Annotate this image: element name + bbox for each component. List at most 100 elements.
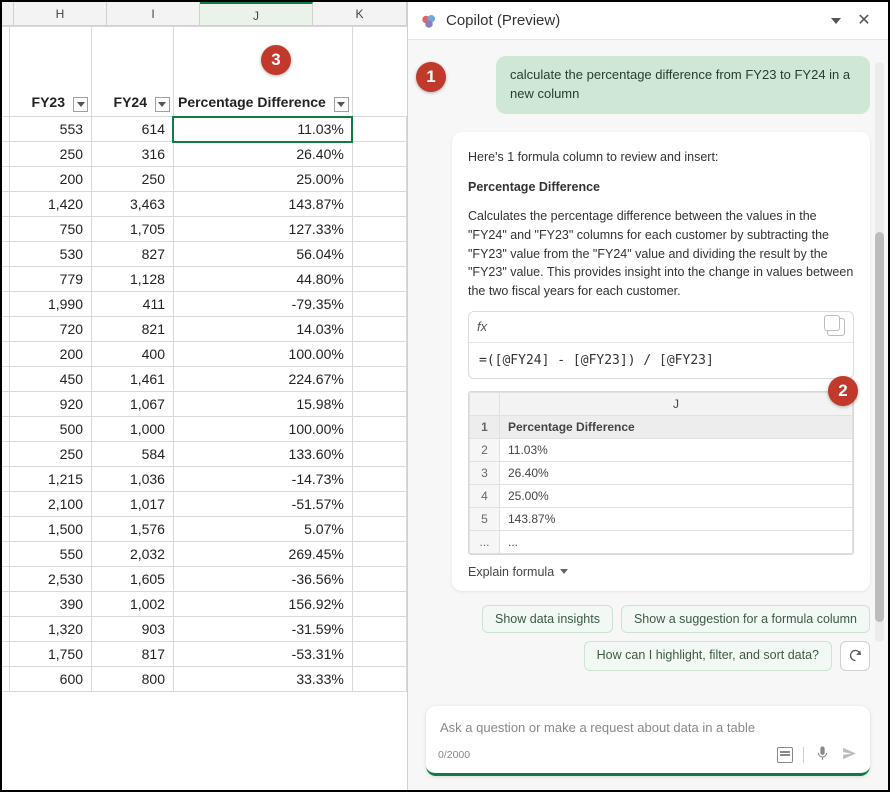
- cell[interactable]: 1,002: [92, 592, 174, 617]
- cell[interactable]: 316: [92, 142, 174, 167]
- cell[interactable]: 269.45%: [173, 542, 352, 567]
- cell[interactable]: 450: [10, 367, 92, 392]
- cell[interactable]: 5.07%: [173, 517, 352, 542]
- cell[interactable]: 11.03%: [173, 117, 352, 142]
- cell[interactable]: 143.87%: [173, 192, 352, 217]
- cell[interactable]: [352, 492, 406, 517]
- cell[interactable]: [352, 667, 406, 692]
- cell[interactable]: [352, 367, 406, 392]
- cell[interactable]: 800: [92, 667, 174, 692]
- cell[interactable]: 553: [10, 117, 92, 142]
- cell[interactable]: 1,320: [10, 617, 92, 642]
- cell[interactable]: 720: [10, 317, 92, 342]
- cell[interactable]: [352, 417, 406, 442]
- chip-show-formula-suggestion[interactable]: Show a suggestion for a formula column: [621, 605, 870, 633]
- cell[interactable]: -79.35%: [173, 292, 352, 317]
- cell[interactable]: [352, 242, 406, 267]
- cell[interactable]: 1,000: [92, 417, 174, 442]
- cell[interactable]: -53.31%: [173, 642, 352, 667]
- cell[interactable]: 411: [92, 292, 174, 317]
- cell[interactable]: 156.92%: [173, 592, 352, 617]
- filter-button-fy24[interactable]: [155, 97, 170, 112]
- copilot-scrollbar[interactable]: [875, 62, 884, 642]
- cell[interactable]: 224.67%: [173, 367, 352, 392]
- cell[interactable]: 2,032: [92, 542, 174, 567]
- cell[interactable]: 1,705: [92, 217, 174, 242]
- close-button[interactable]: ✕: [852, 9, 876, 33]
- cell[interactable]: 15.98%: [173, 392, 352, 417]
- cell[interactable]: 1,500: [10, 517, 92, 542]
- cell[interactable]: 1,215: [10, 467, 92, 492]
- filter-button-pd[interactable]: [334, 97, 349, 112]
- cell[interactable]: -36.56%: [173, 567, 352, 592]
- cell[interactable]: 200: [10, 167, 92, 192]
- cell[interactable]: [352, 117, 406, 142]
- copy-formula-button[interactable]: [827, 318, 845, 336]
- cell[interactable]: [352, 142, 406, 167]
- cell[interactable]: 600: [10, 667, 92, 692]
- cell[interactable]: 1,017: [92, 492, 174, 517]
- cell[interactable]: 584: [92, 442, 174, 467]
- cell[interactable]: 250: [92, 167, 174, 192]
- cell[interactable]: 250: [10, 442, 92, 467]
- cell[interactable]: 250: [10, 142, 92, 167]
- cell[interactable]: 14.03%: [173, 317, 352, 342]
- cell[interactable]: 1,067: [92, 392, 174, 417]
- formula-text[interactable]: =([@FY24] - [@FY23]) / [@FY23]: [469, 343, 853, 378]
- cell[interactable]: [352, 392, 406, 417]
- cell[interactable]: 56.04%: [173, 242, 352, 267]
- data-context-button[interactable]: [777, 747, 793, 763]
- cell[interactable]: [352, 467, 406, 492]
- chip-show-data-insights[interactable]: Show data insights: [482, 605, 613, 633]
- send-button[interactable]: [841, 745, 858, 765]
- cell[interactable]: [352, 342, 406, 367]
- cell[interactable]: 26.40%: [173, 142, 352, 167]
- cell[interactable]: -31.59%: [173, 617, 352, 642]
- filter-button-fy23[interactable]: [73, 97, 88, 112]
- copilot-prompt-input[interactable]: [438, 716, 858, 745]
- cell[interactable]: 903: [92, 617, 174, 642]
- cell[interactable]: 779: [10, 267, 92, 292]
- column-letter-I[interactable]: I: [107, 2, 200, 25]
- cell[interactable]: -51.57%: [173, 492, 352, 517]
- cell[interactable]: 1,461: [92, 367, 174, 392]
- cell[interactable]: 550: [10, 542, 92, 567]
- cell[interactable]: [352, 217, 406, 242]
- cell[interactable]: 500: [10, 417, 92, 442]
- cell[interactable]: 400: [92, 342, 174, 367]
- header-fy24[interactable]: FY24: [92, 27, 174, 117]
- cell[interactable]: 25.00%: [173, 167, 352, 192]
- cell[interactable]: 133.60%: [173, 442, 352, 467]
- cell[interactable]: 1,576: [92, 517, 174, 542]
- header-fy23[interactable]: FY23: [10, 27, 92, 117]
- explain-formula-button[interactable]: Explain formula: [468, 565, 854, 579]
- cell[interactable]: 33.33%: [173, 667, 352, 692]
- cell[interactable]: 1,605: [92, 567, 174, 592]
- cell[interactable]: 1,128: [92, 267, 174, 292]
- cell[interactable]: 750: [10, 217, 92, 242]
- cell[interactable]: 100.00%: [173, 342, 352, 367]
- cell[interactable]: [352, 517, 406, 542]
- cell[interactable]: 827: [92, 242, 174, 267]
- cell[interactable]: 1,036: [92, 467, 174, 492]
- column-letter-J[interactable]: J: [200, 2, 313, 25]
- cell[interactable]: 390: [10, 592, 92, 617]
- cell[interactable]: [352, 592, 406, 617]
- cell[interactable]: [352, 567, 406, 592]
- sheet-body[interactable]: FY23 FY24 Percentage Difference 55361411…: [2, 26, 407, 790]
- cell[interactable]: [352, 442, 406, 467]
- refresh-suggestions-button[interactable]: [840, 641, 870, 671]
- microphone-button[interactable]: [814, 745, 831, 765]
- cell[interactable]: [352, 267, 406, 292]
- column-letter-H[interactable]: H: [14, 2, 107, 25]
- cell[interactable]: 1,420: [10, 192, 92, 217]
- collapse-button[interactable]: [824, 9, 848, 33]
- cell[interactable]: 614: [92, 117, 174, 142]
- cell[interactable]: 530: [10, 242, 92, 267]
- cell[interactable]: [352, 542, 406, 567]
- cell[interactable]: 200: [10, 342, 92, 367]
- cell[interactable]: [352, 167, 406, 192]
- chip-highlight-filter-sort[interactable]: How can I highlight, filter, and sort da…: [584, 641, 832, 671]
- cell[interactable]: 127.33%: [173, 217, 352, 242]
- cell[interactable]: 920: [10, 392, 92, 417]
